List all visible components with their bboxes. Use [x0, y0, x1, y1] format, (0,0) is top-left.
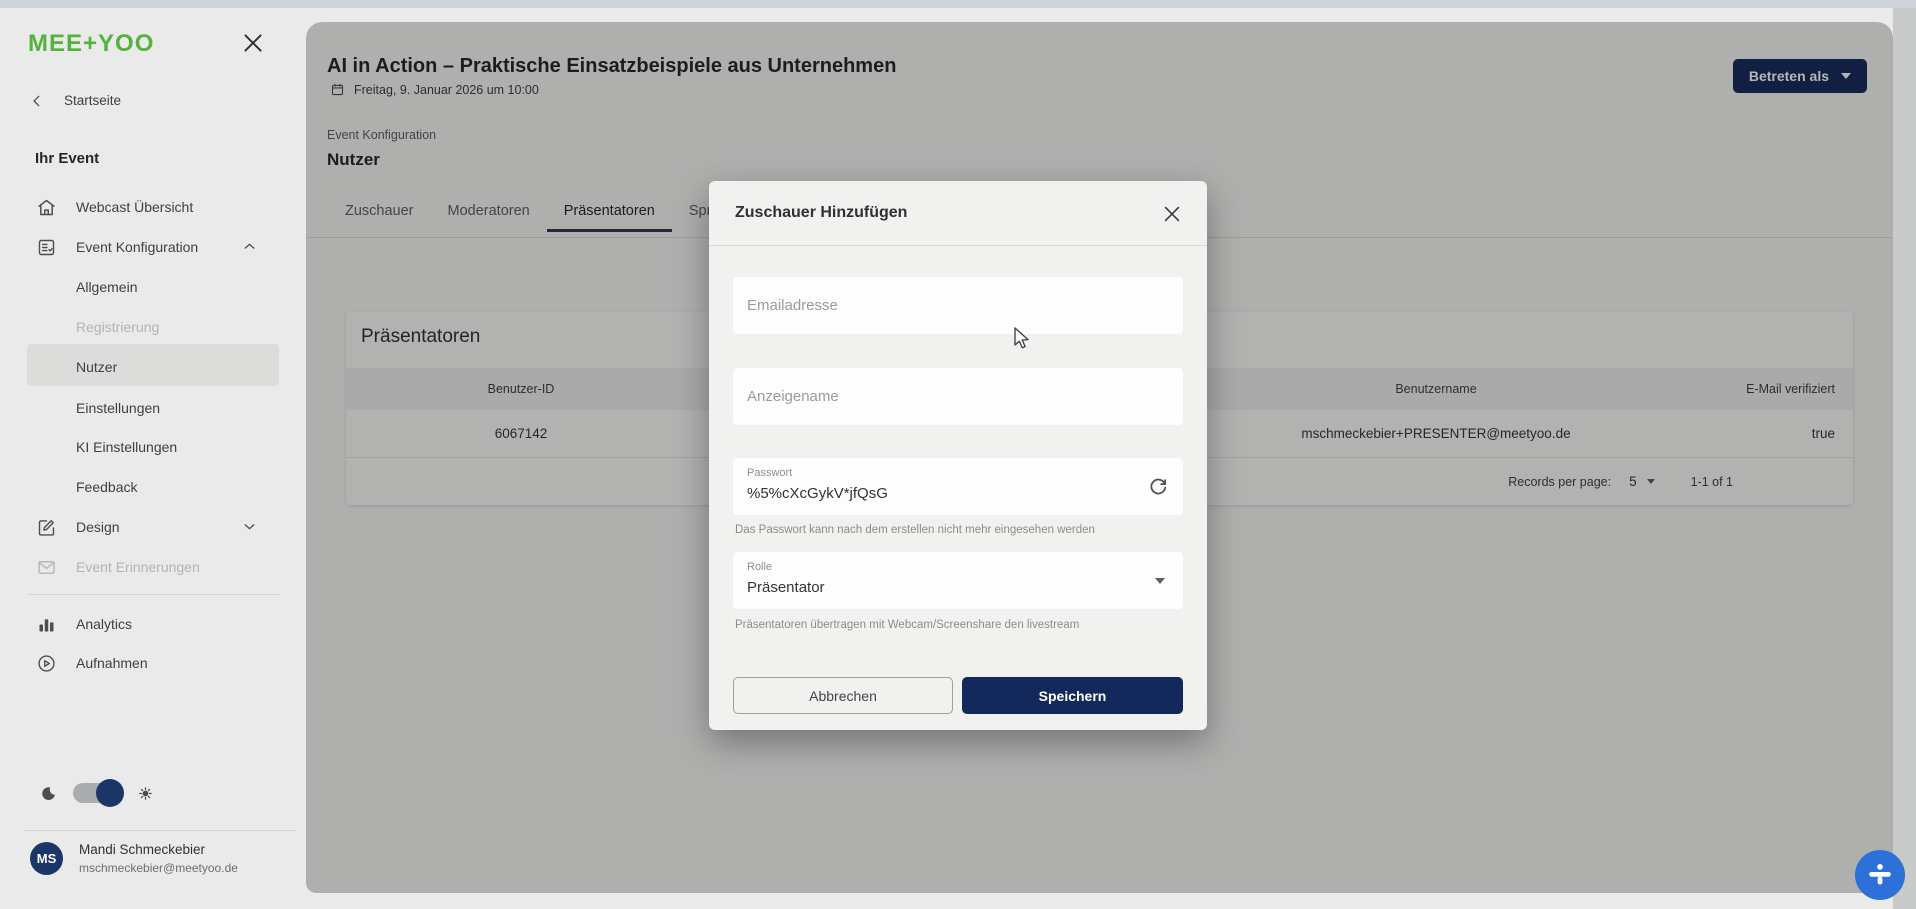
chevron-down-icon — [243, 520, 256, 533]
back-label: Startseite — [64, 93, 121, 108]
sidebar-item-analytics[interactable]: Analytics — [0, 612, 306, 642]
sidebar-item-feedback[interactable]: Feedback — [0, 475, 306, 505]
user-divider — [25, 830, 296, 831]
password-label: Passwort — [747, 467, 792, 479]
chevron-left-icon — [30, 94, 44, 108]
password-value: %5%cXcGykV*jfQsG — [747, 485, 888, 502]
modal-title: Zuschauer Hinzufügen — [735, 204, 907, 222]
sidebar-item-label: Analytics — [76, 616, 132, 632]
sidebar-item-webcast-uebersicht[interactable]: Webcast Übersicht — [0, 195, 306, 225]
add-viewer-modal: Zuschauer Hinzufügen Passwort %5%cXcGykV… — [709, 181, 1207, 730]
sidebar-item-design[interactable]: Design — [0, 515, 306, 545]
password-helper: Das Passwort kann nach dem erstellen nic… — [735, 524, 1095, 536]
sidebar-item-label: KI Einstellungen — [76, 439, 177, 455]
plus-icon — [1863, 858, 1897, 892]
sidebar-item-label: Feedback — [76, 479, 137, 495]
sidebar-item-label: Allgemein — [76, 279, 137, 295]
sidebar-item-label: Einstellungen — [76, 400, 160, 416]
envelope-icon — [36, 557, 57, 578]
sidebar-item-label: Nutzer — [76, 359, 117, 375]
modal-header: Zuschauer Hinzufügen — [709, 181, 1207, 246]
chevron-up-icon — [243, 240, 256, 253]
sidebar-item-nutzer[interactable]: Nutzer — [0, 355, 306, 385]
back-to-home[interactable]: Startseite — [30, 93, 121, 108]
sidebar-item-einstellungen[interactable]: Einstellungen — [0, 396, 306, 426]
caret-down-icon — [1155, 578, 1165, 584]
theme-toggle[interactable] — [73, 783, 121, 803]
password-field[interactable]: Passwort %5%cXcGykV*jfQsG — [733, 458, 1183, 515]
display-name-field[interactable] — [733, 368, 1183, 425]
sidebar-item-label: Event Konfiguration — [76, 239, 198, 255]
user-name: Mandi Schmeckebier — [79, 842, 238, 857]
role-value: Präsentator — [747, 579, 825, 596]
sidebar-section-title: Ihr Event — [35, 150, 99, 167]
sidebar-divider — [27, 594, 279, 595]
sidebar: MEE+YOO Startseite Ihr Event Webcast Übe… — [0, 8, 306, 909]
add-fab-button[interactable] — [1855, 850, 1905, 900]
home-icon — [36, 197, 57, 218]
sidebar-item-label: Registrierung — [76, 319, 159, 335]
sidebar-item-allgemein[interactable]: Allgemein — [0, 275, 306, 305]
page-scrollbar[interactable] — [1893, 8, 1916, 909]
pencil-square-icon — [36, 517, 57, 538]
bar-chart-icon — [36, 614, 57, 635]
window-top-edge — [0, 0, 1916, 8]
sidebar-item-label: Aufnahmen — [76, 655, 148, 671]
role-label: Rolle — [747, 561, 772, 573]
sidebar-item-registrierung: Registrierung — [0, 315, 306, 345]
sidebar-item-label: Design — [76, 519, 120, 535]
avatar: MS — [30, 842, 63, 875]
checklist-icon — [36, 237, 57, 258]
sidebar-item-aufnahmen[interactable]: Aufnahmen — [0, 651, 306, 681]
sun-icon — [137, 785, 154, 802]
cancel-button[interactable]: Abbrechen — [733, 677, 953, 714]
sidebar-item-event-erinnerungen: Event Erinnerungen — [0, 555, 306, 585]
sidebar-item-event-konfiguration[interactable]: Event Konfiguration — [0, 235, 306, 265]
moon-icon — [40, 785, 57, 802]
regenerate-password-icon[interactable] — [1147, 476, 1169, 498]
sidebar-item-label: Webcast Übersicht — [76, 199, 193, 215]
close-icon[interactable] — [1161, 203, 1183, 225]
user-email: mschmeckebier@meetyoo.de — [79, 861, 238, 875]
save-button[interactable]: Speichern — [962, 677, 1183, 714]
theme-switcher — [40, 783, 154, 803]
toggle-knob — [96, 779, 124, 807]
play-circle-icon — [36, 653, 57, 674]
sidebar-close-icon[interactable] — [240, 30, 266, 56]
role-helper: Präsentatoren übertragen mit Webcam/Scre… — [735, 619, 1079, 631]
sidebar-item-label: Event Erinnerungen — [76, 559, 200, 575]
role-select[interactable]: Rolle Präsentator — [733, 552, 1183, 609]
meetyoo-logo: MEE+YOO — [28, 30, 154, 58]
email-field[interactable] — [733, 277, 1183, 334]
sidebar-item-ki-einstellungen[interactable]: KI Einstellungen — [0, 435, 306, 465]
user-account[interactable]: MS Mandi Schmeckebier mschmeckebier@meet… — [30, 842, 238, 875]
